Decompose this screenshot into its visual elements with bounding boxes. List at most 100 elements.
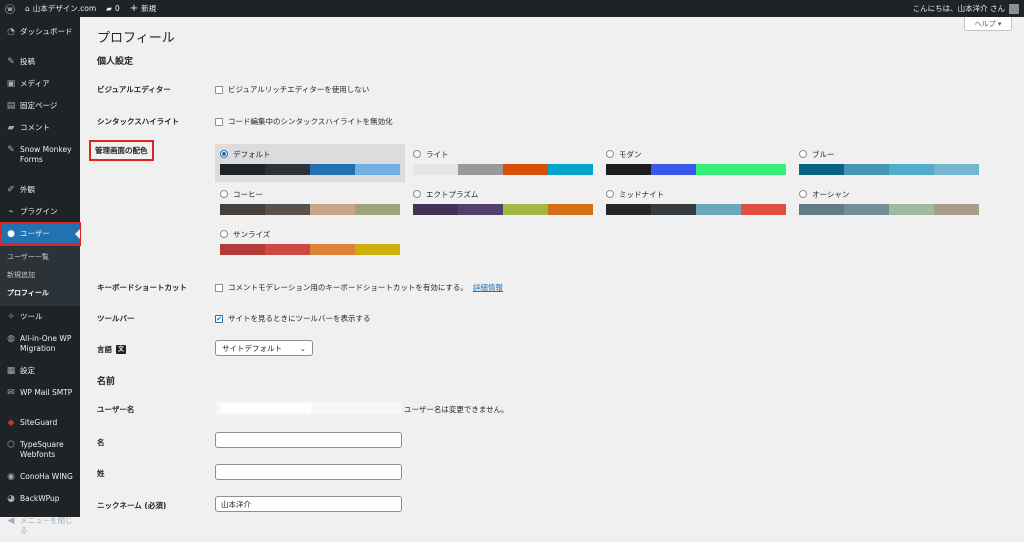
color-swatch xyxy=(220,244,265,255)
color-scheme-option[interactable]: デフォルト xyxy=(215,144,405,182)
color-scheme-radio[interactable] xyxy=(413,190,421,198)
main-content: ヘルプ ▾ プロフィール 個人設定 ビジュアルエディター ビジュアルリッチエディ… xyxy=(80,17,1024,517)
guard-icon: ◆ xyxy=(7,418,15,428)
font-icon: ⬡ xyxy=(7,440,15,450)
color-scheme-option[interactable]: サンライズ xyxy=(215,224,405,262)
sidebar-item-typesquare-webfonts[interactable]: ⬡ TypeSquare Webfonts xyxy=(0,434,80,466)
color-scheme-label: 管理画面の配色 xyxy=(89,140,154,161)
color-scheme-header: モダン xyxy=(606,148,786,160)
gauge-icon: ◔ xyxy=(7,27,15,37)
color-scheme-header: エクトプラズム xyxy=(413,188,593,200)
sidebar-item-users[interactable]: ● ユーザー xyxy=(0,222,81,246)
page-title: プロフィール xyxy=(97,31,175,46)
color-scheme-radio[interactable] xyxy=(606,190,614,198)
color-swatch xyxy=(799,204,844,215)
site-name-menu[interactable]: ⌂ 山本デザイン.com xyxy=(20,0,101,17)
sidebar-item-posts[interactable]: ✎ 投稿 xyxy=(0,51,80,73)
language-select-value: サイトデフォルト xyxy=(222,343,282,353)
submenu-item-profile[interactable]: プロフィール xyxy=(0,284,80,302)
color-scheme-radio[interactable] xyxy=(606,150,614,158)
help-button[interactable]: ヘルプ ▾ xyxy=(964,17,1012,31)
comments-count: 0 xyxy=(114,4,120,13)
color-scheme-header: ミッドナイト xyxy=(606,188,786,200)
sidebar-item-media[interactable]: ▣ メディア xyxy=(0,73,80,95)
keyboard-shortcuts-checkbox[interactable] xyxy=(215,283,223,292)
visual-editor-checkbox[interactable] xyxy=(215,85,223,94)
nickname-label: ニックネーム (必須) xyxy=(97,501,167,510)
color-scheme-radio[interactable] xyxy=(413,150,421,158)
comments-menu[interactable]: ▰ 0 xyxy=(101,0,125,17)
submenu-item-add-new[interactable]: 新規追加 xyxy=(0,266,80,284)
syntax-highlight-checkbox[interactable] xyxy=(215,117,223,126)
new-content-menu[interactable]: + 新規 xyxy=(125,0,161,17)
syntax-highlight-label: シンタックスハイライト xyxy=(97,117,180,126)
sidebar-item-wp-mail-smtp[interactable]: ✉ WP Mail SMTP xyxy=(0,382,80,404)
collapse-menu-button[interactable]: ◀ メニューを閉じる xyxy=(0,510,80,542)
brush-icon: ✐ xyxy=(7,185,15,195)
keyboard-shortcuts-row: コメントモデレーション用のキーボードショートカットを有効にする。 詳細情報 xyxy=(215,282,503,293)
sidebar-item-tools[interactable]: ✧ ツール xyxy=(0,306,80,328)
color-swatch xyxy=(548,164,593,175)
color-swatch xyxy=(889,204,934,215)
color-scheme-name: エクトプラズム xyxy=(426,189,479,199)
color-swatch xyxy=(741,164,786,175)
toolbar-checkbox[interactable]: ✔ xyxy=(215,314,223,323)
my-account-menu[interactable]: こんにちは、山本洋介 さん xyxy=(908,0,1024,17)
username-redacted xyxy=(221,403,311,413)
last-name-field[interactable] xyxy=(215,464,402,480)
color-scheme-radio[interactable] xyxy=(220,230,228,238)
sidebar-item-plugins[interactable]: ⌁ プラグイン xyxy=(0,201,80,223)
keyboard-shortcuts-label: キーボードショートカット xyxy=(97,283,187,292)
sidebar-item-pages[interactable]: ▤ 固定ページ xyxy=(0,95,80,117)
first-name-field[interactable] xyxy=(215,432,402,448)
wp-logo-menu[interactable]: ⓦ xyxy=(0,0,20,17)
sidebar-item-all-in-one-wp-migration[interactable]: ◍ All-in-One WP Migration xyxy=(0,328,80,360)
color-scheme-option[interactable]: オーシャン xyxy=(794,184,984,222)
color-swatch xyxy=(310,244,355,255)
sidebar-item-comments[interactable]: ▰ コメント xyxy=(0,117,80,139)
mail-icon: ✉ xyxy=(7,388,15,398)
color-scheme-option[interactable]: コーヒー xyxy=(215,184,405,222)
sidebar-item-label: TypeSquare Webfonts xyxy=(20,440,64,459)
language-select[interactable]: サイトデフォルト ⌄ xyxy=(215,340,313,356)
color-scheme-radio[interactable] xyxy=(220,190,228,198)
sidebar-item-label: メディア xyxy=(20,79,50,88)
sidebar-item-label: メニューを閉じる xyxy=(20,516,73,535)
color-scheme-name: デフォルト xyxy=(233,149,271,159)
last-name-label: 姓 xyxy=(97,469,105,478)
sidebar-item-label: SiteGuard xyxy=(20,418,58,427)
color-scheme-radio[interactable] xyxy=(799,150,807,158)
syntax-highlight-option: コード編集中のシンタックスハイライトを無効化 xyxy=(228,117,393,126)
color-scheme-name: コーヒー xyxy=(233,189,263,199)
nickname-field[interactable]: 山本洋介 xyxy=(215,496,402,512)
sidebar-item-appearance[interactable]: ✐ 外観 xyxy=(0,179,80,201)
color-swatch xyxy=(548,204,593,215)
sidebar-item-siteguard[interactable]: ◆ SiteGuard xyxy=(0,412,80,434)
color-swatch xyxy=(265,244,310,255)
color-scheme-option[interactable]: モダン xyxy=(601,144,791,182)
color-swatches xyxy=(606,164,786,175)
sidebar-item-dashboard[interactable]: ◔ ダッシュボード xyxy=(0,21,80,43)
username-field xyxy=(215,400,402,416)
color-swatch xyxy=(355,244,400,255)
sidebar-item-settings[interactable]: ▦ 設定 xyxy=(0,360,80,382)
color-swatch xyxy=(265,164,310,175)
keyboard-shortcuts-option: コメントモデレーション用のキーボードショートカットを有効にする。 xyxy=(228,283,468,292)
wrench-icon: ✧ xyxy=(7,312,15,322)
submenu-item-all-users[interactable]: ユーザー一覧 xyxy=(0,248,80,266)
color-scheme-radio[interactable] xyxy=(220,150,228,158)
language-label: 言語 文 xyxy=(97,344,126,355)
toolbar-row: ✔ サイトを見るときにツールバーを表示する xyxy=(215,313,371,324)
sidebar-item-backwpup[interactable]: ◕ BackWPup xyxy=(0,488,80,510)
color-scheme-name: モダン xyxy=(619,149,642,159)
color-swatch xyxy=(413,164,458,175)
color-scheme-option[interactable]: ミッドナイト xyxy=(601,184,791,222)
color-scheme-option[interactable]: エクトプラズム xyxy=(408,184,598,222)
color-scheme-header: ライト xyxy=(413,148,593,160)
sidebar-item-snow-monkey-forms[interactable]: ✎ Snow Monkey Forms xyxy=(0,139,80,171)
color-scheme-option[interactable]: ブルー xyxy=(794,144,984,182)
color-scheme-radio[interactable] xyxy=(799,190,807,198)
more-info-link[interactable]: 詳細情報 xyxy=(473,282,503,293)
sidebar-item-conoha-wing[interactable]: ◉ ConoHa WING xyxy=(0,466,80,488)
color-scheme-option[interactable]: ライト xyxy=(408,144,598,182)
